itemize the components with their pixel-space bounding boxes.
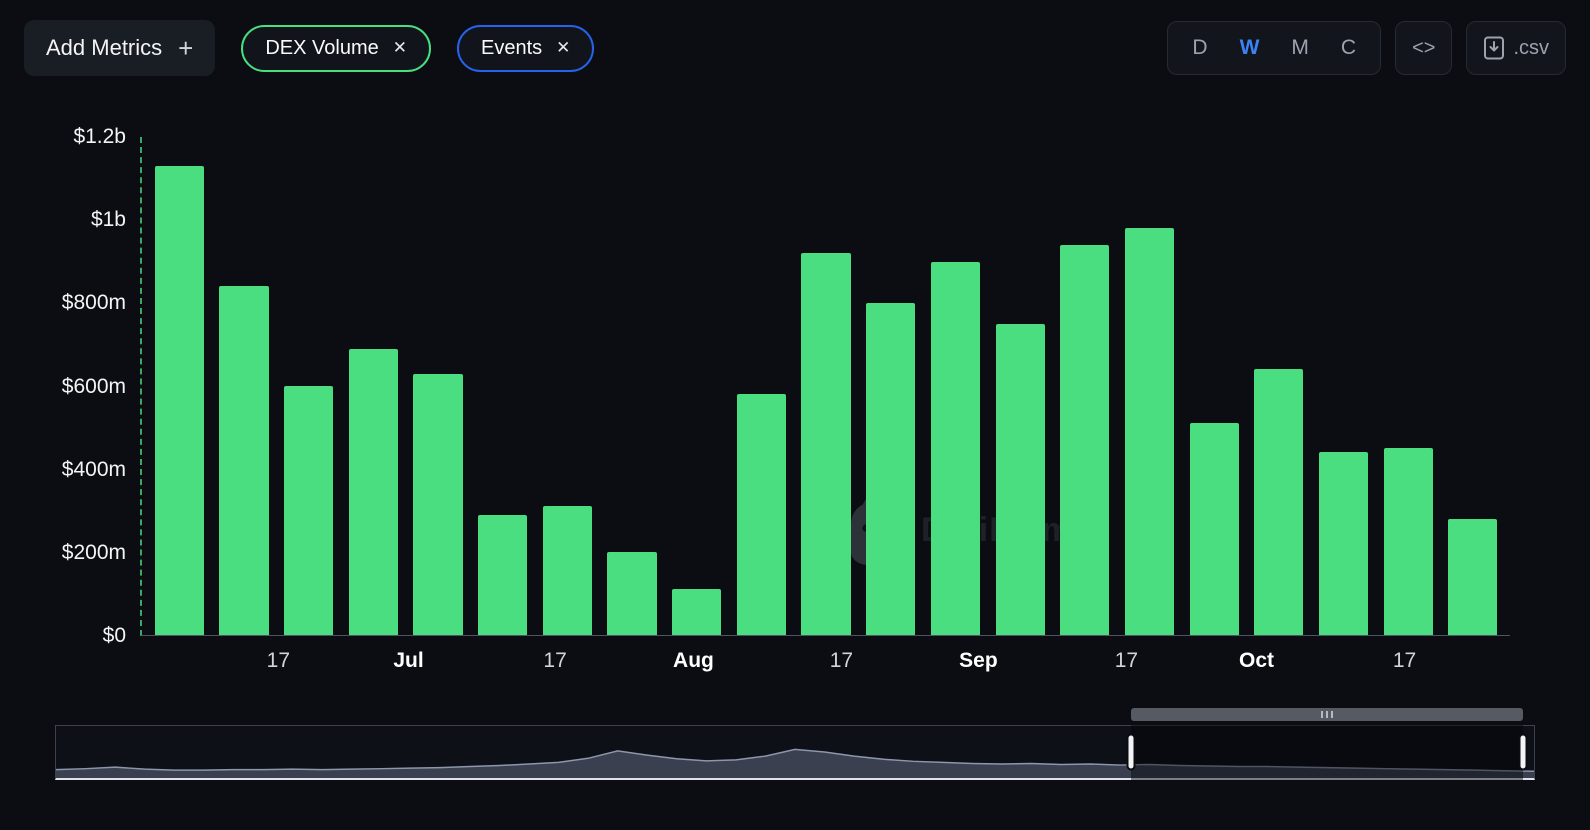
plot-area[interactable]: DefiLlama	[140, 137, 1510, 636]
x-axis-label: Aug	[673, 649, 714, 673]
brush-handle-left[interactable]	[1126, 734, 1135, 771]
embed-code-button[interactable]: <>	[1395, 21, 1452, 75]
bar-slot	[794, 137, 859, 635]
dex-volume-bar[interactable]	[1319, 452, 1368, 635]
interval-monthly-button[interactable]: M	[1275, 36, 1325, 60]
dex-volume-bar[interactable]	[737, 394, 786, 635]
brush-drag-bar[interactable]	[1131, 708, 1523, 721]
bar-slot	[406, 137, 471, 635]
bar-slot	[1246, 137, 1311, 635]
bar-slot	[1182, 137, 1247, 635]
y-axis-label: $400m	[62, 458, 126, 482]
y-axis-label: $1b	[91, 208, 126, 232]
bar-slot	[470, 137, 535, 635]
metric-pill-dex-volume[interactable]: DEX Volume ✕	[241, 25, 431, 72]
bar-slot	[988, 137, 1053, 635]
brush-handle-right[interactable]	[1519, 734, 1528, 771]
interval-selector: D W M C	[1167, 21, 1381, 75]
dex-volume-bar[interactable]	[1448, 519, 1497, 635]
bar-slot	[600, 137, 665, 635]
bar-slot	[212, 137, 277, 635]
y-axis: $1.2b$1b$800m$600m$400m$200m$0	[0, 137, 126, 636]
x-axis-label: 17	[1393, 649, 1416, 673]
dex-volume-bar[interactable]	[1060, 245, 1109, 635]
interval-daily-button[interactable]: D	[1176, 36, 1223, 60]
dex-volume-bar[interactable]	[543, 506, 592, 635]
bar-slot	[276, 137, 341, 635]
dex-volume-bar[interactable]	[607, 552, 656, 635]
bar-slot	[1117, 137, 1182, 635]
x-axis-label: Oct	[1239, 649, 1274, 673]
metric-pill-label: Events	[481, 37, 542, 60]
y-axis-label: $1.2b	[73, 125, 126, 149]
x-axis-label: 17	[543, 649, 566, 673]
dex-volume-bar[interactable]	[996, 324, 1045, 635]
bar-slot	[1311, 137, 1376, 635]
bar-slot	[341, 137, 406, 635]
dex-volume-bar[interactable]	[931, 262, 980, 636]
close-icon[interactable]: ✕	[556, 38, 570, 58]
interval-weekly-button[interactable]: W	[1224, 36, 1276, 60]
bar-slot	[664, 137, 729, 635]
dex-volume-bar[interactable]	[1125, 228, 1174, 635]
add-metrics-label: Add Metrics	[46, 35, 162, 61]
x-axis-label: Jul	[393, 649, 423, 673]
dex-volume-bar[interactable]	[155, 166, 204, 635]
x-axis-label: 17	[267, 649, 290, 673]
x-axis-label: 17	[830, 649, 853, 673]
y-axis-label: $200m	[62, 541, 126, 565]
brush[interactable]	[55, 708, 1535, 780]
dex-volume-bar[interactable]	[801, 253, 850, 635]
download-csv-button[interactable]: .csv	[1466, 21, 1566, 75]
dex-volume-bar[interactable]	[284, 386, 333, 635]
x-axis: 17 Jul 17 Aug 17 Sep 17 Oct 17	[140, 649, 1510, 681]
dex-volume-bar[interactable]	[866, 303, 915, 635]
plus-icon: +	[178, 35, 193, 61]
x-axis-label: 17	[1115, 649, 1138, 673]
dex-volume-bar[interactable]	[219, 286, 268, 635]
interval-cumulative-button[interactable]: C	[1325, 36, 1372, 60]
dex-volume-bar[interactable]	[349, 349, 398, 635]
bar-slot	[147, 137, 212, 635]
y-axis-label: $800m	[62, 291, 126, 315]
y-axis-label: $600m	[62, 375, 126, 399]
bar-slot	[1376, 137, 1441, 635]
bar-slot	[729, 137, 794, 635]
dex-volume-bar[interactable]	[478, 515, 527, 635]
bar-slot	[535, 137, 600, 635]
close-icon[interactable]: ✕	[393, 38, 407, 58]
dex-volume-bar[interactable]	[1384, 448, 1433, 635]
dex-volume-bar[interactable]	[1190, 423, 1239, 635]
bars	[142, 137, 1510, 635]
y-axis-label: $0	[103, 624, 126, 648]
csv-label: .csv	[1513, 37, 1549, 60]
bar-slot	[1440, 137, 1505, 635]
x-axis-label: Sep	[959, 649, 998, 673]
dex-volume-bar[interactable]	[1254, 369, 1303, 635]
metric-pill-events[interactable]: Events ✕	[457, 25, 594, 72]
embed-code-icon: <>	[1412, 37, 1435, 60]
toolbar-right: D W M C <> .csv	[1167, 21, 1566, 75]
bar-slot	[923, 137, 988, 635]
dex-volume-bar[interactable]	[672, 589, 721, 635]
metric-pill-label: DEX Volume	[265, 37, 378, 60]
bar-slot	[858, 137, 923, 635]
brush-grip-icon	[1131, 708, 1523, 721]
brush-selection-window[interactable]	[1131, 725, 1523, 780]
dex-volume-bar[interactable]	[413, 374, 462, 635]
add-metrics-button[interactable]: Add Metrics +	[24, 20, 215, 76]
bar-slot	[1052, 137, 1117, 635]
csv-download-icon	[1483, 36, 1505, 60]
toolbar: Add Metrics + DEX Volume ✕ Events ✕ D W …	[24, 20, 1566, 76]
